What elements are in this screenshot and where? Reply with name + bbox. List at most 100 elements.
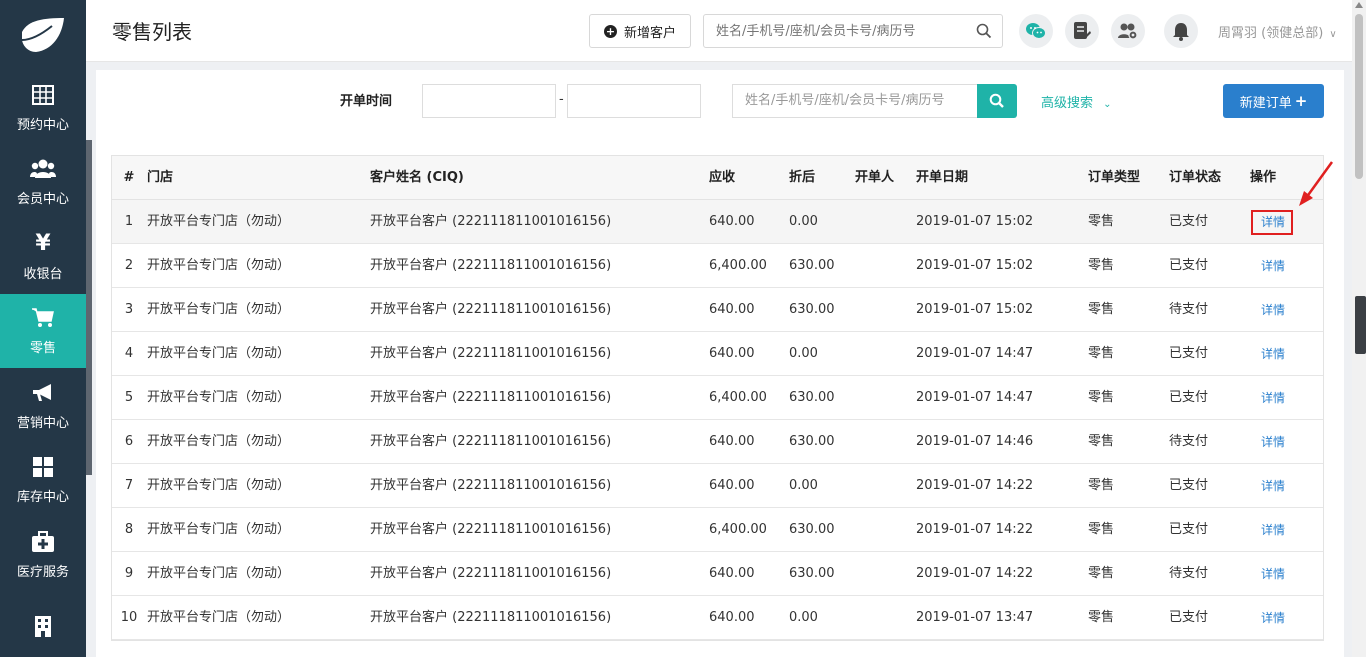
detail-link-label[interactable]: 详情 [1261, 479, 1285, 493]
side-panel-handle[interactable] [1355, 296, 1366, 354]
row-num: 9 [124, 566, 134, 581]
detail-link[interactable]: 详情 [1261, 332, 1285, 376]
scroll-up-arrow-icon[interactable] [1355, 2, 1363, 8]
detail-link[interactable]: 详情 [1261, 596, 1285, 640]
sidebar-item-label: 收银台 [23, 266, 63, 282]
row-discounted: 630.00 [789, 258, 835, 273]
order-search-input[interactable]: 姓名/手机号/座机/会员卡号/病历号 [732, 84, 978, 118]
row-date: 2019-01-07 15:02 [916, 258, 1034, 273]
row-receivable: 640.00 [709, 566, 755, 581]
sidebar-item-5[interactable]: 营销中心 [0, 368, 86, 443]
user-menu[interactable]: 周霄羽 (领健总部) ∨ [1218, 22, 1337, 41]
page-title: 零售列表 [112, 20, 192, 44]
row-customer: 开放平台客户 (222111811001016156) [370, 346, 612, 361]
sidebar-item-label: 营销中心 [16, 415, 69, 431]
row-customer: 开放平台客户 (222111811001016156) [370, 610, 612, 625]
page-scrollbar[interactable] [1352, 0, 1366, 657]
table-row: 2 开放平台专门店（勿动） 开放平台客户 (222111811001016156) 6… [112, 244, 1323, 288]
logo[interactable] [0, 0, 86, 70]
row-status: 已支付 [1169, 478, 1209, 493]
date-filter-label: 开单时间 [340, 94, 393, 109]
add-customer-button[interactable]: + 新增客户 [589, 14, 691, 48]
row-status: 已支付 [1169, 390, 1209, 405]
search-icon[interactable] [976, 23, 992, 39]
sidebar: 预约中心 会员中心 ¥ 收银台零售营销中心库存中心医疗服务 [0, 0, 92, 657]
sidebar-item-7[interactable]: 医疗服务 [0, 517, 86, 592]
detail-link[interactable]: 详情 [1261, 552, 1285, 596]
sidebar-scrollbar[interactable] [86, 140, 92, 475]
row-type: 零售 [1088, 258, 1115, 273]
row-type: 零售 [1088, 478, 1115, 493]
row-status: 待支付 [1169, 566, 1209, 581]
detail-link[interactable]: 详情 [1261, 376, 1285, 420]
row-discounted: 0.00 [789, 214, 818, 229]
row-num: 1 [124, 214, 134, 229]
header-action: 操作 [1250, 170, 1277, 185]
detail-link[interactable]: 详情 [1261, 508, 1285, 552]
detail-link-label[interactable]: 详情 [1261, 611, 1285, 625]
detail-link-label[interactable]: 详情 [1261, 347, 1285, 361]
table-row: 1 开放平台专门店（勿动） 开放平台客户 (222111811001016156) 6… [112, 200, 1323, 244]
row-type: 零售 [1088, 434, 1115, 449]
end-date-input[interactable] [567, 84, 701, 118]
row-num: 10 [120, 610, 138, 625]
wechat-icon[interactable] [1019, 14, 1053, 48]
team-settings-icon[interactable] [1111, 14, 1145, 48]
sidebar-item-1[interactable]: 预约中心 [0, 70, 86, 145]
row-receivable: 6,400.00 [709, 258, 767, 273]
row-store: 开放平台专门店（勿动） [147, 434, 291, 449]
detail-link[interactable]: 详情 [1261, 464, 1285, 508]
row-store: 开放平台专门店（勿动） [147, 258, 291, 273]
sidebar-item-3[interactable]: ¥ 收银台 [0, 219, 86, 294]
sidebar-item-label: 零售 [29, 341, 56, 357]
global-search-input[interactable] [704, 15, 964, 47]
detail-link[interactable]: 详情 [1261, 420, 1285, 464]
row-customer: 开放平台客户 (222111811001016156) [370, 478, 612, 493]
new-order-button[interactable]: 新建订单 + [1223, 84, 1324, 118]
detail-link[interactable]: 详情 [1261, 244, 1285, 288]
order-search-button[interactable] [977, 84, 1017, 118]
row-store: 开放平台专门店（勿动） [147, 566, 291, 581]
row-date: 2019-01-07 14:47 [916, 346, 1034, 361]
row-type: 零售 [1088, 390, 1115, 405]
row-store: 开放平台专门店（勿动） [147, 478, 291, 493]
search-icon [989, 93, 1004, 108]
bell-icon[interactable] [1164, 14, 1198, 48]
advanced-search-toggle[interactable]: 高级搜索 ⌄ [1041, 92, 1112, 111]
detail-link-label[interactable]: 详情 [1261, 303, 1285, 317]
row-receivable: 640.00 [709, 610, 755, 625]
global-search[interactable] [703, 14, 1003, 48]
detail-link-label[interactable]: 详情 [1261, 435, 1285, 449]
header-operator: 开单人 [855, 170, 895, 185]
row-customer: 开放平台客户 (222111811001016156) [370, 390, 612, 405]
row-discounted: 630.00 [789, 522, 835, 537]
sidebar-item-8[interactable] [0, 592, 86, 657]
page-scrollbar-thumb[interactable] [1355, 14, 1363, 179]
retail-orders-table: # 门店 客户姓名 (CIQ) 应收 折后 开单人 开单日期 订单类型 订单状态… [111, 155, 1324, 641]
sidebar-item-label: 库存中心 [16, 490, 69, 506]
sidebar-item-6[interactable]: 库存中心 [0, 443, 86, 518]
row-store: 开放平台专门店（勿动） [147, 214, 291, 229]
row-receivable: 640.00 [709, 214, 755, 229]
row-receivable: 640.00 [709, 346, 755, 361]
row-customer: 开放平台客户 (222111811001016156) [370, 258, 612, 273]
header-num: # [123, 170, 135, 185]
start-date-input[interactable] [422, 84, 556, 118]
row-receivable: 640.00 [709, 478, 755, 493]
leaf-logo-icon [21, 18, 64, 52]
row-type: 零售 [1088, 522, 1115, 537]
detail-link-label[interactable]: 详情 [1261, 259, 1285, 273]
header-store: 门店 [147, 170, 174, 185]
row-store: 开放平台专门店（勿动） [147, 390, 291, 405]
header-date: 开单日期 [916, 170, 969, 185]
sidebar-item-4[interactable]: 零售 [0, 293, 86, 368]
annotation-highlight-box [1251, 210, 1293, 235]
detail-link-label[interactable]: 详情 [1261, 567, 1285, 581]
row-date: 2019-01-07 14:22 [916, 566, 1034, 581]
document-icon[interactable] [1065, 14, 1099, 48]
detail-link[interactable]: 详情 [1261, 288, 1285, 332]
sidebar-item-2[interactable]: 会员中心 [0, 145, 86, 220]
detail-link-label[interactable]: 详情 [1261, 523, 1285, 537]
detail-link-label[interactable]: 详情 [1261, 391, 1285, 405]
row-status: 待支付 [1169, 434, 1209, 449]
